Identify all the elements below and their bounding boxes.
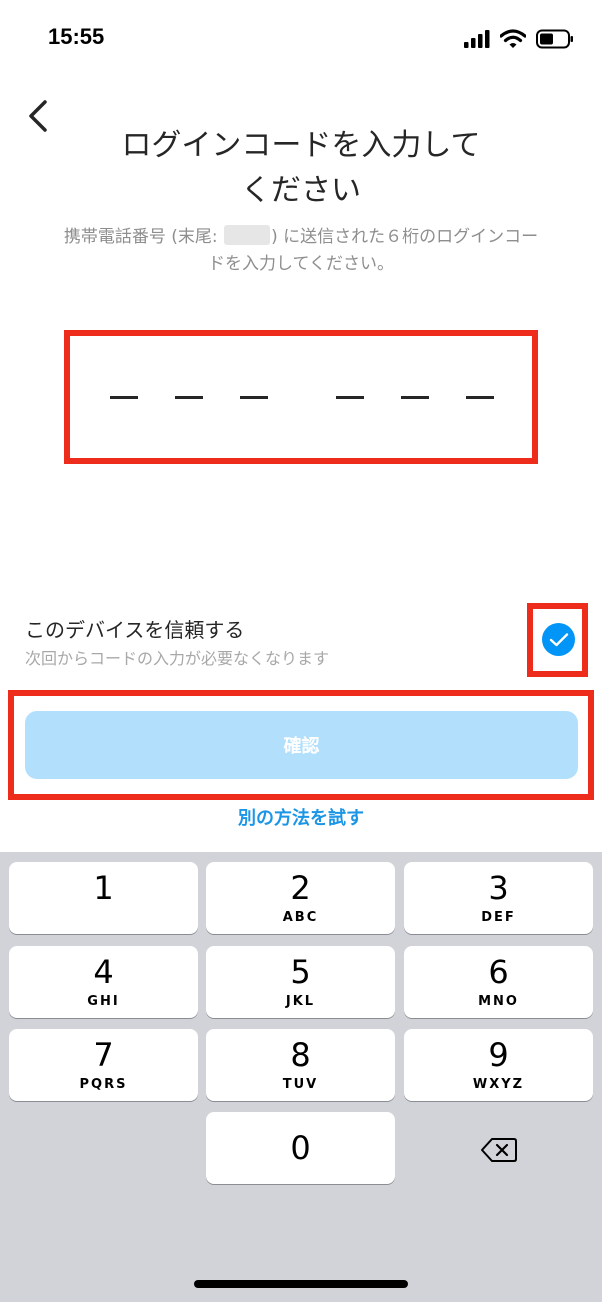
key-5-letters: JKL [285, 994, 316, 1009]
code-input[interactable] [64, 330, 538, 464]
key-9[interactable]: 9 WXYZ [404, 1029, 593, 1101]
code-digit-slot-3 [240, 396, 268, 399]
code-digit-slot-1 [110, 396, 138, 399]
key-9-letters: WXYZ [472, 1077, 525, 1092]
key-1[interactable]: 1 [9, 862, 198, 934]
trust-device-highlight [527, 603, 588, 677]
code-digit-slot-4 [336, 396, 364, 399]
status-time: 15:55 [48, 24, 105, 49]
redacted-phone-digits [224, 225, 271, 245]
instruction-part-1: 携帯電話番号 (末尾: [63, 227, 224, 247]
trust-device-checkbox[interactable] [542, 623, 575, 656]
key-8[interactable]: 8 TUV [206, 1029, 395, 1101]
instruction-part-2: ) に送信された６桁のログインコー [271, 227, 539, 247]
trust-device-label: このデバイスを信頼する [25, 618, 245, 642]
key-0[interactable]: 0 [206, 1112, 395, 1184]
key-4[interactable]: 4 GHI [9, 946, 198, 1018]
wifi-icon [500, 29, 526, 48]
status-bar: 15:55 [0, 0, 602, 80]
signal-icon [464, 30, 490, 48]
title-line-1: ログインコードを入力して [121, 128, 481, 163]
key-0-number: 0 [290, 1129, 311, 1167]
key-1-number: 1 [93, 869, 114, 907]
key-2[interactable]: 2 ABC [206, 862, 395, 934]
key-5-number: 5 [290, 953, 311, 991]
key-4-number: 4 [93, 953, 114, 991]
status-icons [464, 26, 574, 52]
key-5[interactable]: 5 JKL [206, 946, 395, 1018]
key-9-number: 9 [488, 1036, 509, 1074]
home-indicator [194, 1280, 408, 1288]
key-3[interactable]: 3 DEF [404, 862, 593, 934]
key-7[interactable]: 7 PQRS [9, 1029, 198, 1101]
key-3-letters: DEF [481, 910, 516, 925]
key-8-number: 8 [290, 1036, 311, 1074]
code-digit-slot-6 [466, 396, 494, 399]
key-6[interactable]: 6 MNO [404, 946, 593, 1018]
key-4-letters: GHI [87, 994, 120, 1009]
key-3-number: 3 [488, 869, 509, 907]
key-2-number: 2 [290, 869, 311, 907]
code-digit-slot-2 [175, 396, 203, 399]
title-line-2: ください [241, 173, 361, 208]
key-7-letters: PQRS [79, 1077, 128, 1092]
try-another-method-link[interactable]: 別の方法を試す [0, 804, 602, 830]
instruction-line-2: ドを入力してください。 [208, 254, 394, 274]
numeric-keyboard: 1 2 ABC 3 DEF 4 GHI 5 JKL 6 MNO 7 PQRS 8 [0, 852, 602, 1302]
login-code-screen: 15:55 ログインコードを入力して ください 携帯電話番号 (末尾:) に送… [0, 0, 602, 1302]
trust-device-description: 次回からコードの入力が必要なくなります [25, 649, 330, 668]
checkmark-icon [549, 632, 568, 646]
key-6-number: 6 [488, 953, 509, 991]
chevron-left-icon [29, 100, 47, 132]
battery-icon [536, 29, 573, 49]
instruction-text: 携帯電話番号 (末尾: ) に送信された６桁のログインコー ドを入力してください… [20, 224, 582, 278]
confirm-button[interactable]: 確認 [25, 711, 578, 779]
confirm-button-highlight: 確認 [8, 690, 594, 800]
delete-key[interactable] [404, 1114, 593, 1186]
backspace-icon [480, 1138, 517, 1162]
code-digit-slot-5 [401, 396, 429, 399]
key-6-letters: MNO [478, 994, 519, 1009]
page-title: ログインコードを入力して ください [60, 123, 542, 213]
key-8-letters: TUV [282, 1077, 319, 1092]
back-button[interactable] [18, 92, 62, 136]
key-2-letters: ABC [282, 910, 319, 925]
key-7-number: 7 [93, 1036, 114, 1074]
